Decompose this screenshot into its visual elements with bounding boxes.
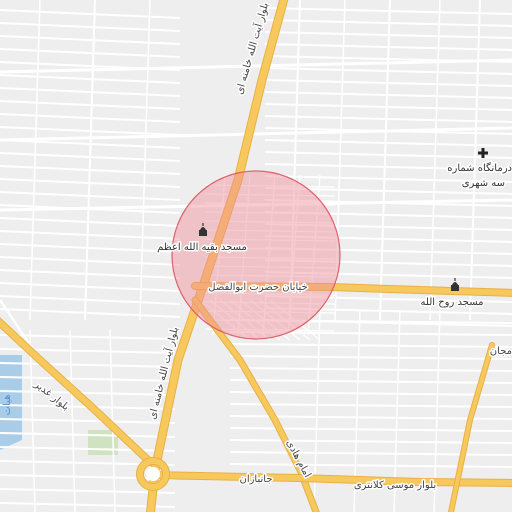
poi-label-line2: سه شهری [462,178,505,189]
label-water: هیات [2,395,13,416]
map-canvas[interactable]: بلوار آیت الله خامنه ای بلوار آیت الله خ… [0,0,512,512]
label-road-kalantari: بلوار موسی کلانتری [354,480,436,491]
poi-label: درمانگاه شماره [447,162,512,174]
map-svg[interactable]: بلوار آیت الله خامنه ای بلوار آیت الله خ… [0,0,512,512]
poi-label: مسجد روح الله [421,297,484,308]
label-road-abolfazl: خیابان حضرت ابوالفضل [208,282,307,293]
search-radius-circle[interactable] [171,170,341,340]
label-road-janbazan: جانبازان [239,474,272,485]
poi-label: مسجد بقیه الله اعظم [157,242,247,253]
label-road-right-edge: مجان [490,346,512,357]
roundabout-center [146,467,160,481]
